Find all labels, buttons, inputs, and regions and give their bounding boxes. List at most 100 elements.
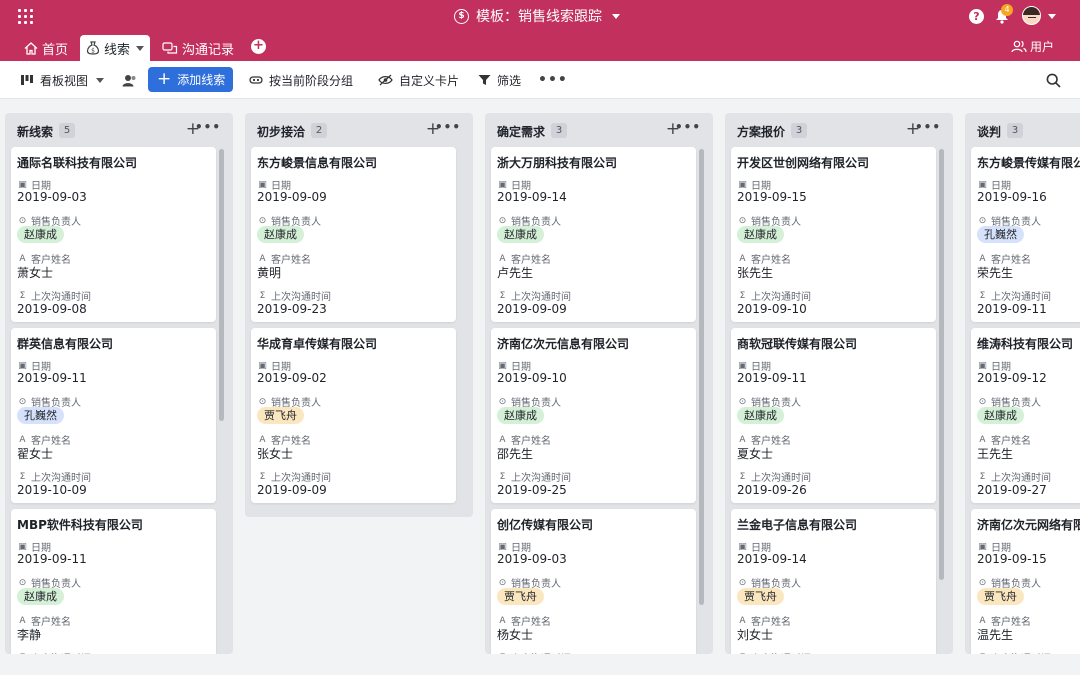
column-name: 新线索 (17, 125, 54, 139)
tab-home[interactable]: 首页 (18, 35, 74, 61)
text-field-icon: A (259, 253, 266, 264)
group-label: 按当前阶段分组 (269, 73, 354, 88)
calendar-icon: ▣ (738, 541, 747, 552)
tab-leads-chevron-icon[interactable] (136, 45, 144, 51)
column-scrollbar[interactable] (699, 149, 704, 605)
filter-button[interactable]: 筛选 (478, 61, 521, 99)
avatar[interactable] (1022, 6, 1041, 25)
owner-icon: ⊙ (18, 396, 27, 407)
owner-tag: 赵康成 (737, 226, 784, 243)
owner-icon: ⊙ (738, 215, 747, 226)
lead-card[interactable]: 群英信息有限公司 ▣ 日期 2019-09-11 ⊙ 销售负责人 孔巍然 A 客户姓名 翟女士 Σ 上… (11, 328, 216, 503)
field-label-text: 上次沟通时间 (991, 650, 1051, 654)
card-title: 创亿传媒有限公司 (497, 518, 594, 532)
sigma-icon: Σ (17, 653, 28, 655)
text-field-icon: A (979, 434, 986, 445)
magnifier-icon (1046, 73, 1061, 88)
calendar-icon: ▣ (18, 179, 27, 190)
field-label-text: 上次沟通时间 (751, 473, 811, 484)
owner-tag: 赵康成 (497, 226, 544, 243)
users-label: 用户 (1030, 40, 1055, 54)
customer-name-value: 王先生 (977, 447, 1014, 461)
owner-tag: 贾飞舟 (497, 588, 544, 605)
calendar-icon: ▣ (498, 179, 507, 190)
tab-home-label: 首页 (42, 42, 69, 58)
column-name: 初步接洽 (257, 125, 306, 139)
lead-card[interactable]: 开发区世创网络有限公司 ▣ 日期 2019-09-15 ⊙ 销售负责人 赵康成 A 客户姓名 张先… (731, 147, 936, 322)
group-by-stage-button[interactable]: 按当前阶段分组 (249, 61, 353, 99)
add-lead-button[interactable]: + 添加线索 (148, 67, 233, 92)
column-header: 方案报价 3 + ••• (725, 113, 953, 147)
card-title: 群英信息有限公司 (17, 337, 114, 351)
lead-card[interactable]: 济南亿次元信息有限公司 ▣ 日期 2019-09-10 ⊙ 销售负责人 赵康成 A 客户姓名 邵先… (491, 328, 696, 503)
customer-name-value: 翟女士 (17, 447, 54, 461)
text-field-icon: A (979, 615, 986, 626)
lead-card[interactable]: 浙大万朋科技有限公司 ▣ 日期 2019-09-14 ⊙ 销售负责人 赵康成 A 客户姓名 卢先生… (491, 147, 696, 322)
field-label: Σ 上次沟通时间 (257, 469, 331, 485)
date-value: 2019-09-16 (977, 190, 1047, 204)
card-title: 维涛科技有限公司 (977, 337, 1074, 351)
owner-icon: ⊙ (738, 577, 747, 588)
column-count-badge: 3 (1007, 123, 1023, 138)
lead-card[interactable]: 华成育卓传媒有限公司 ▣ 日期 2019-09-02 ⊙ 销售负责人 贾飞舟 A 客户姓名 张女士… (251, 328, 456, 503)
column-more-icon[interactable]: ••• (675, 120, 701, 134)
column-scrollbar[interactable] (939, 149, 944, 580)
owner-icon: ⊙ (258, 396, 267, 407)
column-more-icon[interactable]: ••• (915, 120, 941, 134)
add-tab-button[interactable]: + (251, 39, 266, 54)
owner-tag: 贾飞舟 (257, 407, 304, 424)
help-icon[interactable]: ? (969, 9, 984, 24)
calendar-icon: ▣ (978, 541, 987, 552)
owner-icon: ⊙ (18, 215, 27, 226)
lead-card[interactable]: 商软冠联传媒有限公司 ▣ 日期 2019-09-11 ⊙ 销售负责人 赵康成 A 客户姓名 夏女士… (731, 328, 936, 503)
owner-icon: ⊙ (18, 577, 27, 588)
column-count-badge: 3 (551, 123, 567, 138)
app-grid-icon[interactable] (18, 9, 33, 24)
kanban-column: 初步接洽 2 + ••• 东方峻景信息有限公司 ▣ 日期 2019-09-09 ⊙ 销售负责人 赵康… (245, 113, 473, 517)
column-scrollbar[interactable] (219, 149, 224, 421)
lead-card[interactable]: 东方峻景信息有限公司 ▣ 日期 2019-09-09 ⊙ 销售负责人 赵康成 A 客户姓名 黄明 Σ… (251, 147, 456, 322)
sigma-icon: Σ (19, 471, 26, 482)
search-icon[interactable] (1046, 61, 1067, 99)
lead-card[interactable]: 维涛科技有限公司 ▣ 日期 2019-09-12 ⊙ 销售负责人 赵康成 A 客户姓名 王先生 Σ 上… (971, 328, 1080, 503)
field-label: Σ 上次沟通时间 (977, 288, 1051, 304)
view-switcher[interactable]: 看板视图 (20, 61, 105, 99)
text-field-icon: A (739, 615, 746, 626)
lead-card[interactable]: 济南亿次元网络有限公司▣日期2019-09-15⊙销售负责人贾飞舟A客户姓名温先… (971, 509, 1080, 654)
collaborators-button[interactable] (122, 61, 142, 99)
lead-card[interactable]: 东方峻景传媒有限公司▣日期2019-09-16⊙销售负责人孔巍然A客户姓名荣先生… (971, 147, 1080, 322)
field-label: Σ 上次沟通时间 (737, 469, 811, 485)
card-title: 商软冠联传媒有限公司 (737, 337, 858, 351)
sigma-icon: Σ (739, 471, 746, 482)
date-value: 2019-09-15 (977, 552, 1047, 566)
tab-communication[interactable]: 沟通记录 (156, 35, 240, 61)
owner-icon: ⊙ (738, 396, 747, 407)
field-label-text: 上次沟通时间 (511, 292, 571, 303)
last-contact-value: 2019-09-09 (257, 483, 327, 497)
text-field-icon: A (499, 253, 506, 264)
lead-card[interactable]: 兰金电子信息有限公司 ▣ 日期 2019-09-14 ⊙ 销售负责人 贾飞舟 A 客户姓名 刘女士… (731, 509, 936, 654)
app-title: 模板：销售线索跟踪 (476, 9, 602, 25)
lead-card[interactable]: 通际名联科技有限公司 ▣ 日期 2019-09-03 ⊙ 销售负责人 赵康成 A 客户姓名 萧女士… (11, 147, 216, 322)
customize-card-button[interactable]: 自定义卡片 (378, 61, 459, 99)
avatar-menu-chevron-icon[interactable] (1048, 14, 1056, 19)
notification-badge: 4 (1001, 4, 1013, 16)
column-more-icon[interactable]: ••• (195, 120, 221, 134)
app-title-menu[interactable]: $ 模板：销售线索跟踪 (454, 6, 620, 26)
money-bag-icon: $ (86, 41, 100, 55)
tab-leads[interactable]: $ 线索 (80, 35, 150, 61)
text-field-icon: A (739, 434, 746, 445)
owner-icon: ⊙ (498, 215, 507, 226)
lead-card[interactable]: MBP软件科技有限公司 ▣ 日期 2019-09-11 ⊙ 销售负责人 赵康成 A 客户姓名 李静… (11, 509, 216, 654)
text-field-icon: A (19, 434, 26, 445)
date-value: 2019-09-11 (737, 371, 807, 385)
person-icon (122, 74, 136, 86)
date-value: 2019-09-10 (497, 371, 567, 385)
card-title: 通际名联科技有限公司 (17, 156, 138, 170)
users-button[interactable]: 用户 (1011, 38, 1054, 55)
column-more-icon[interactable]: ••• (435, 120, 461, 134)
calendar-icon: ▣ (18, 541, 27, 552)
lead-card[interactable]: 创亿传媒有限公司▣日期2019-09-03⊙销售负责人贾飞舟A客户姓名杨女士Σ上… (491, 509, 696, 654)
more-options-icon[interactable]: ••• (538, 61, 568, 99)
customer-name-value: 荣先生 (977, 266, 1014, 280)
